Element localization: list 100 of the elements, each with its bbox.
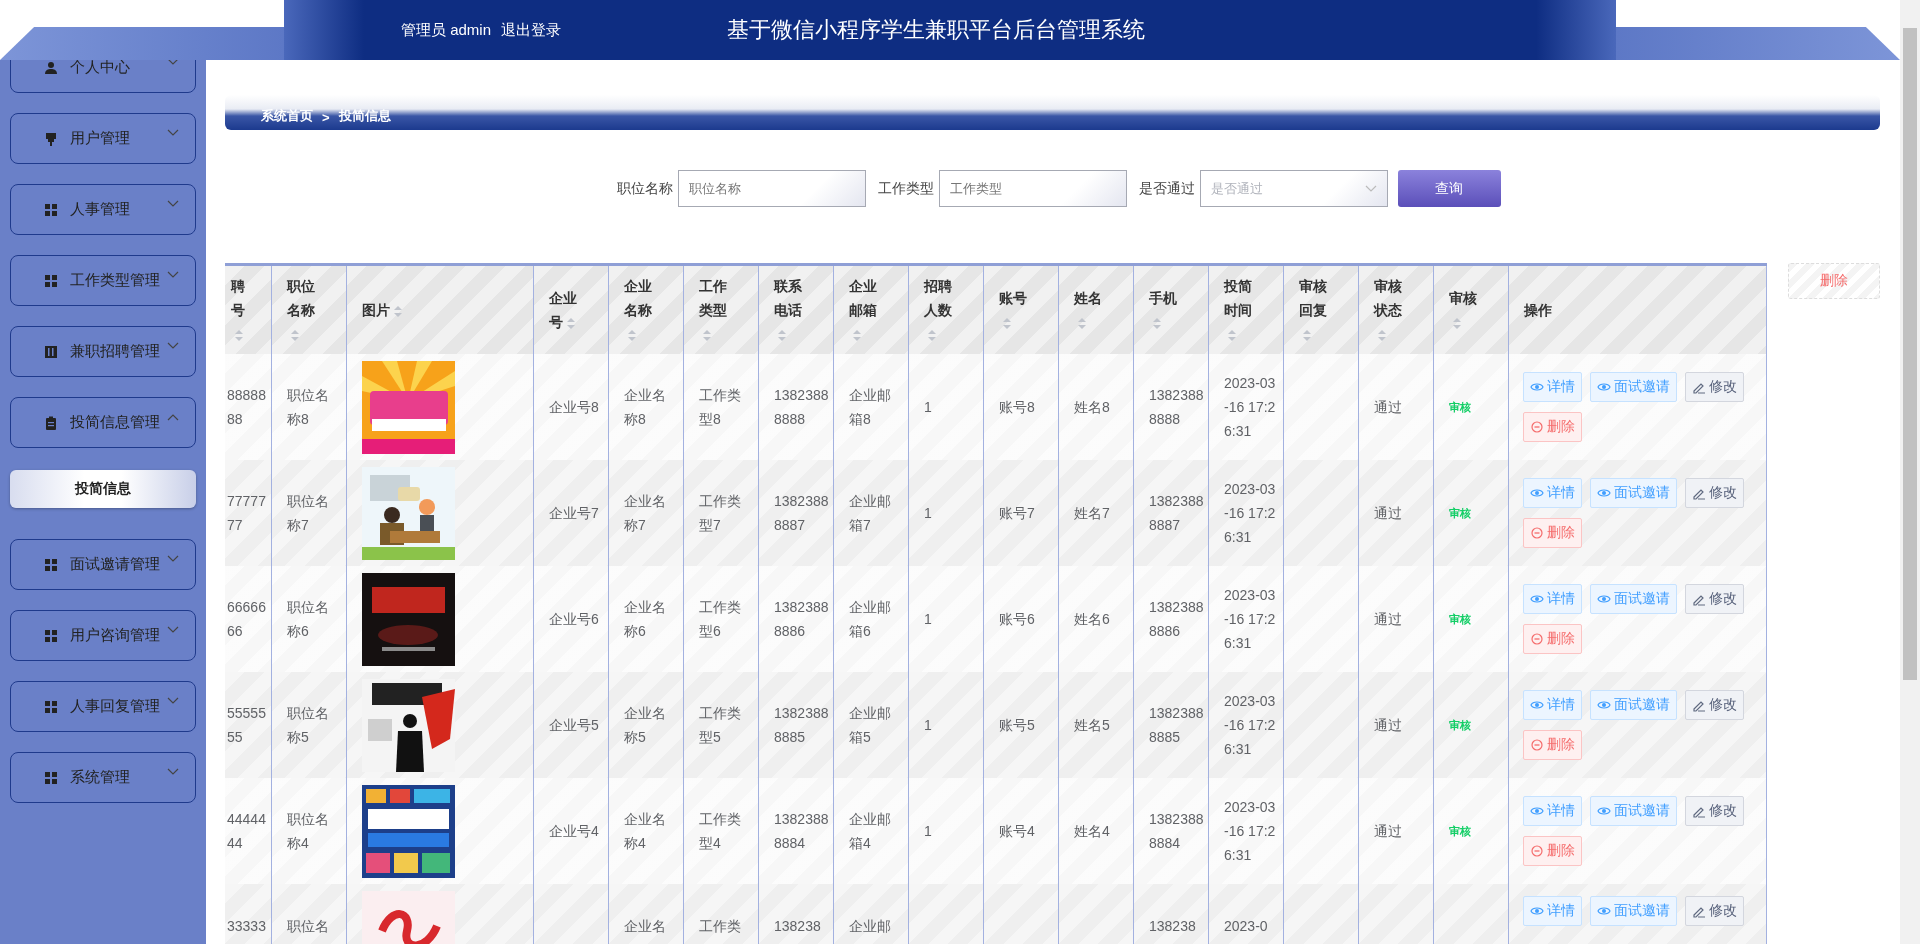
action-button[interactable]: 修改 xyxy=(1685,584,1744,614)
action-button[interactable]: 修改 xyxy=(1685,478,1744,508)
column-header: 工作类型 xyxy=(684,266,759,354)
action-button[interactable]: 删除 xyxy=(1523,518,1582,548)
minus-circle-icon xyxy=(1530,420,1544,434)
column-header: 职位名称 xyxy=(272,266,347,354)
column-header: 操作 xyxy=(1509,266,1767,354)
review-link[interactable]: 审核 xyxy=(1449,607,1471,631)
action-button[interactable]: 详情 xyxy=(1523,478,1582,508)
review-link[interactable]: 审核 xyxy=(1449,819,1471,843)
breadcrumb-separator: > xyxy=(322,110,330,125)
grid-icon xyxy=(44,770,58,785)
column-header: 联系电话 xyxy=(759,266,834,354)
scrollbar-thumb[interactable] xyxy=(1903,28,1917,680)
table-cell: 企业名 xyxy=(609,884,684,944)
action-button[interactable]: 修改 xyxy=(1685,372,1744,402)
search-button[interactable]: 查询 xyxy=(1397,170,1501,207)
column-header: 姓名 xyxy=(1059,266,1134,354)
review-link[interactable]: 审核 xyxy=(1449,501,1471,525)
sidebar-item[interactable]: 系统管理 xyxy=(10,752,196,803)
eye-icon xyxy=(1530,804,1544,818)
table-cell: 2023-03-16 17:26:31 xyxy=(1209,460,1284,566)
action-button[interactable]: 删除 xyxy=(1523,624,1582,654)
select-field[interactable]: 是否通过 xyxy=(1199,170,1388,207)
eye-icon xyxy=(1530,486,1544,500)
table-cell: 6666666 xyxy=(225,566,272,672)
table-cell: 企业号8 xyxy=(534,354,609,460)
column-header: 审核状态 xyxy=(1359,266,1434,354)
action-button[interactable]: 面试邀请 xyxy=(1590,796,1677,826)
sidebar-item[interactable]: 面试邀请管理 xyxy=(10,539,196,590)
table-cell: 姓名5 xyxy=(1059,672,1134,778)
table-cell: 1 xyxy=(909,778,984,884)
input-field[interactable]: 职位名称 xyxy=(677,170,866,207)
action-button[interactable]: 详情 xyxy=(1523,896,1582,926)
table-cell: 通过 xyxy=(1359,354,1434,460)
column-header: 投简时间 xyxy=(1209,266,1284,354)
table-cell: 138238 xyxy=(759,884,834,944)
input-field[interactable]: 工作类型 xyxy=(938,170,1127,207)
sort-icon xyxy=(393,304,403,318)
action-button[interactable]: 详情 xyxy=(1523,796,1582,826)
delete-button[interactable]: 删除 xyxy=(1788,263,1880,299)
table-cell: 8888888 xyxy=(225,354,272,460)
table-cell: 13823888884 xyxy=(759,778,834,884)
table-cell: 企业邮箱6 xyxy=(834,566,909,672)
sidebar-item[interactable]: 投简信息管理 xyxy=(10,397,196,448)
sidebar-item[interactable]: 人事回复管理 xyxy=(10,681,196,732)
sidebar-item[interactable]: 兼职招聘管理 xyxy=(10,326,196,377)
sidebar-item[interactable]: 人事管理 xyxy=(10,184,196,235)
grid-icon xyxy=(44,202,58,217)
table-cell: 13823888885 xyxy=(1134,672,1209,778)
table-cell: 账号8 xyxy=(984,354,1059,460)
action-button[interactable]: 修改 xyxy=(1685,896,1744,926)
review-link[interactable]: 审核 xyxy=(1449,395,1471,419)
table-cell: 账号7 xyxy=(984,460,1059,566)
sidebar-item[interactable]: 个人中心 xyxy=(10,60,196,93)
action-button[interactable]: 修改 xyxy=(1685,796,1744,826)
field-label: 工作类型 xyxy=(877,179,934,198)
review-link[interactable]: 审核 xyxy=(1449,713,1471,737)
table-cell: 企业邮箱7 xyxy=(834,460,909,566)
action-button[interactable]: 删除 xyxy=(1523,730,1582,760)
table-cell: 账号5 xyxy=(984,672,1059,778)
column-header: 审核回复 xyxy=(1284,266,1359,354)
table-cell: 2023-03-16 17:26:31 xyxy=(1209,672,1284,778)
table-cell: 2023-03-16 17:26:31 xyxy=(1209,566,1284,672)
action-button[interactable]: 删除 xyxy=(1523,836,1582,866)
field-label: 职位名称 xyxy=(616,179,673,198)
action-button[interactable]: 面试邀请 xyxy=(1590,896,1677,926)
table-cell: 企业名称4 xyxy=(609,778,684,884)
sort-icon xyxy=(1452,316,1462,330)
table-cell: 工作类型4 xyxy=(684,778,759,884)
table-cell: 企业名称5 xyxy=(609,672,684,778)
column-header: 企业号 xyxy=(534,266,609,354)
sidebar-item[interactable]: 工作类型管理 xyxy=(10,255,196,306)
action-button[interactable]: 面试邀请 xyxy=(1590,584,1677,614)
table-cell: 职位名称6 xyxy=(272,566,347,672)
column-header: 聘号 xyxy=(225,266,272,354)
table-cell: 企业号7 xyxy=(534,460,609,566)
action-button[interactable]: 详情 xyxy=(1523,372,1582,402)
table-cell: 工作类型6 xyxy=(684,566,759,672)
action-button[interactable]: 面试邀请 xyxy=(1590,478,1677,508)
submenu-item[interactable]: 投简信息 xyxy=(10,470,196,508)
breadcrumb-link[interactable]: 系统首页 xyxy=(261,107,313,125)
action-button[interactable]: 修改 xyxy=(1685,690,1744,720)
logout-link[interactable]: 退出登录 xyxy=(501,20,562,40)
action-button[interactable]: 面试邀请 xyxy=(1590,372,1677,402)
table-cell: 职位名称4 xyxy=(272,778,347,884)
action-button[interactable]: 面试邀请 xyxy=(1590,690,1677,720)
table-cell: 13823888887 xyxy=(1134,460,1209,566)
table-cell: 33333 xyxy=(225,884,272,944)
action-button[interactable]: 详情 xyxy=(1523,690,1582,720)
table-cell: 企业邮箱8 xyxy=(834,354,909,460)
table-cell: 工作类型7 xyxy=(684,460,759,566)
table-cell: 13823888886 xyxy=(1134,566,1209,672)
grid-icon xyxy=(44,699,58,714)
action-button[interactable]: 详情 xyxy=(1523,584,1582,614)
eye-icon xyxy=(1597,380,1611,394)
table-cell: 4444444 xyxy=(225,778,272,884)
action-button[interactable]: 删除 xyxy=(1523,412,1582,442)
sidebar-item[interactable]: 用户咨询管理 xyxy=(10,610,196,661)
sidebar-item[interactable]: 用户管理 xyxy=(10,113,196,164)
